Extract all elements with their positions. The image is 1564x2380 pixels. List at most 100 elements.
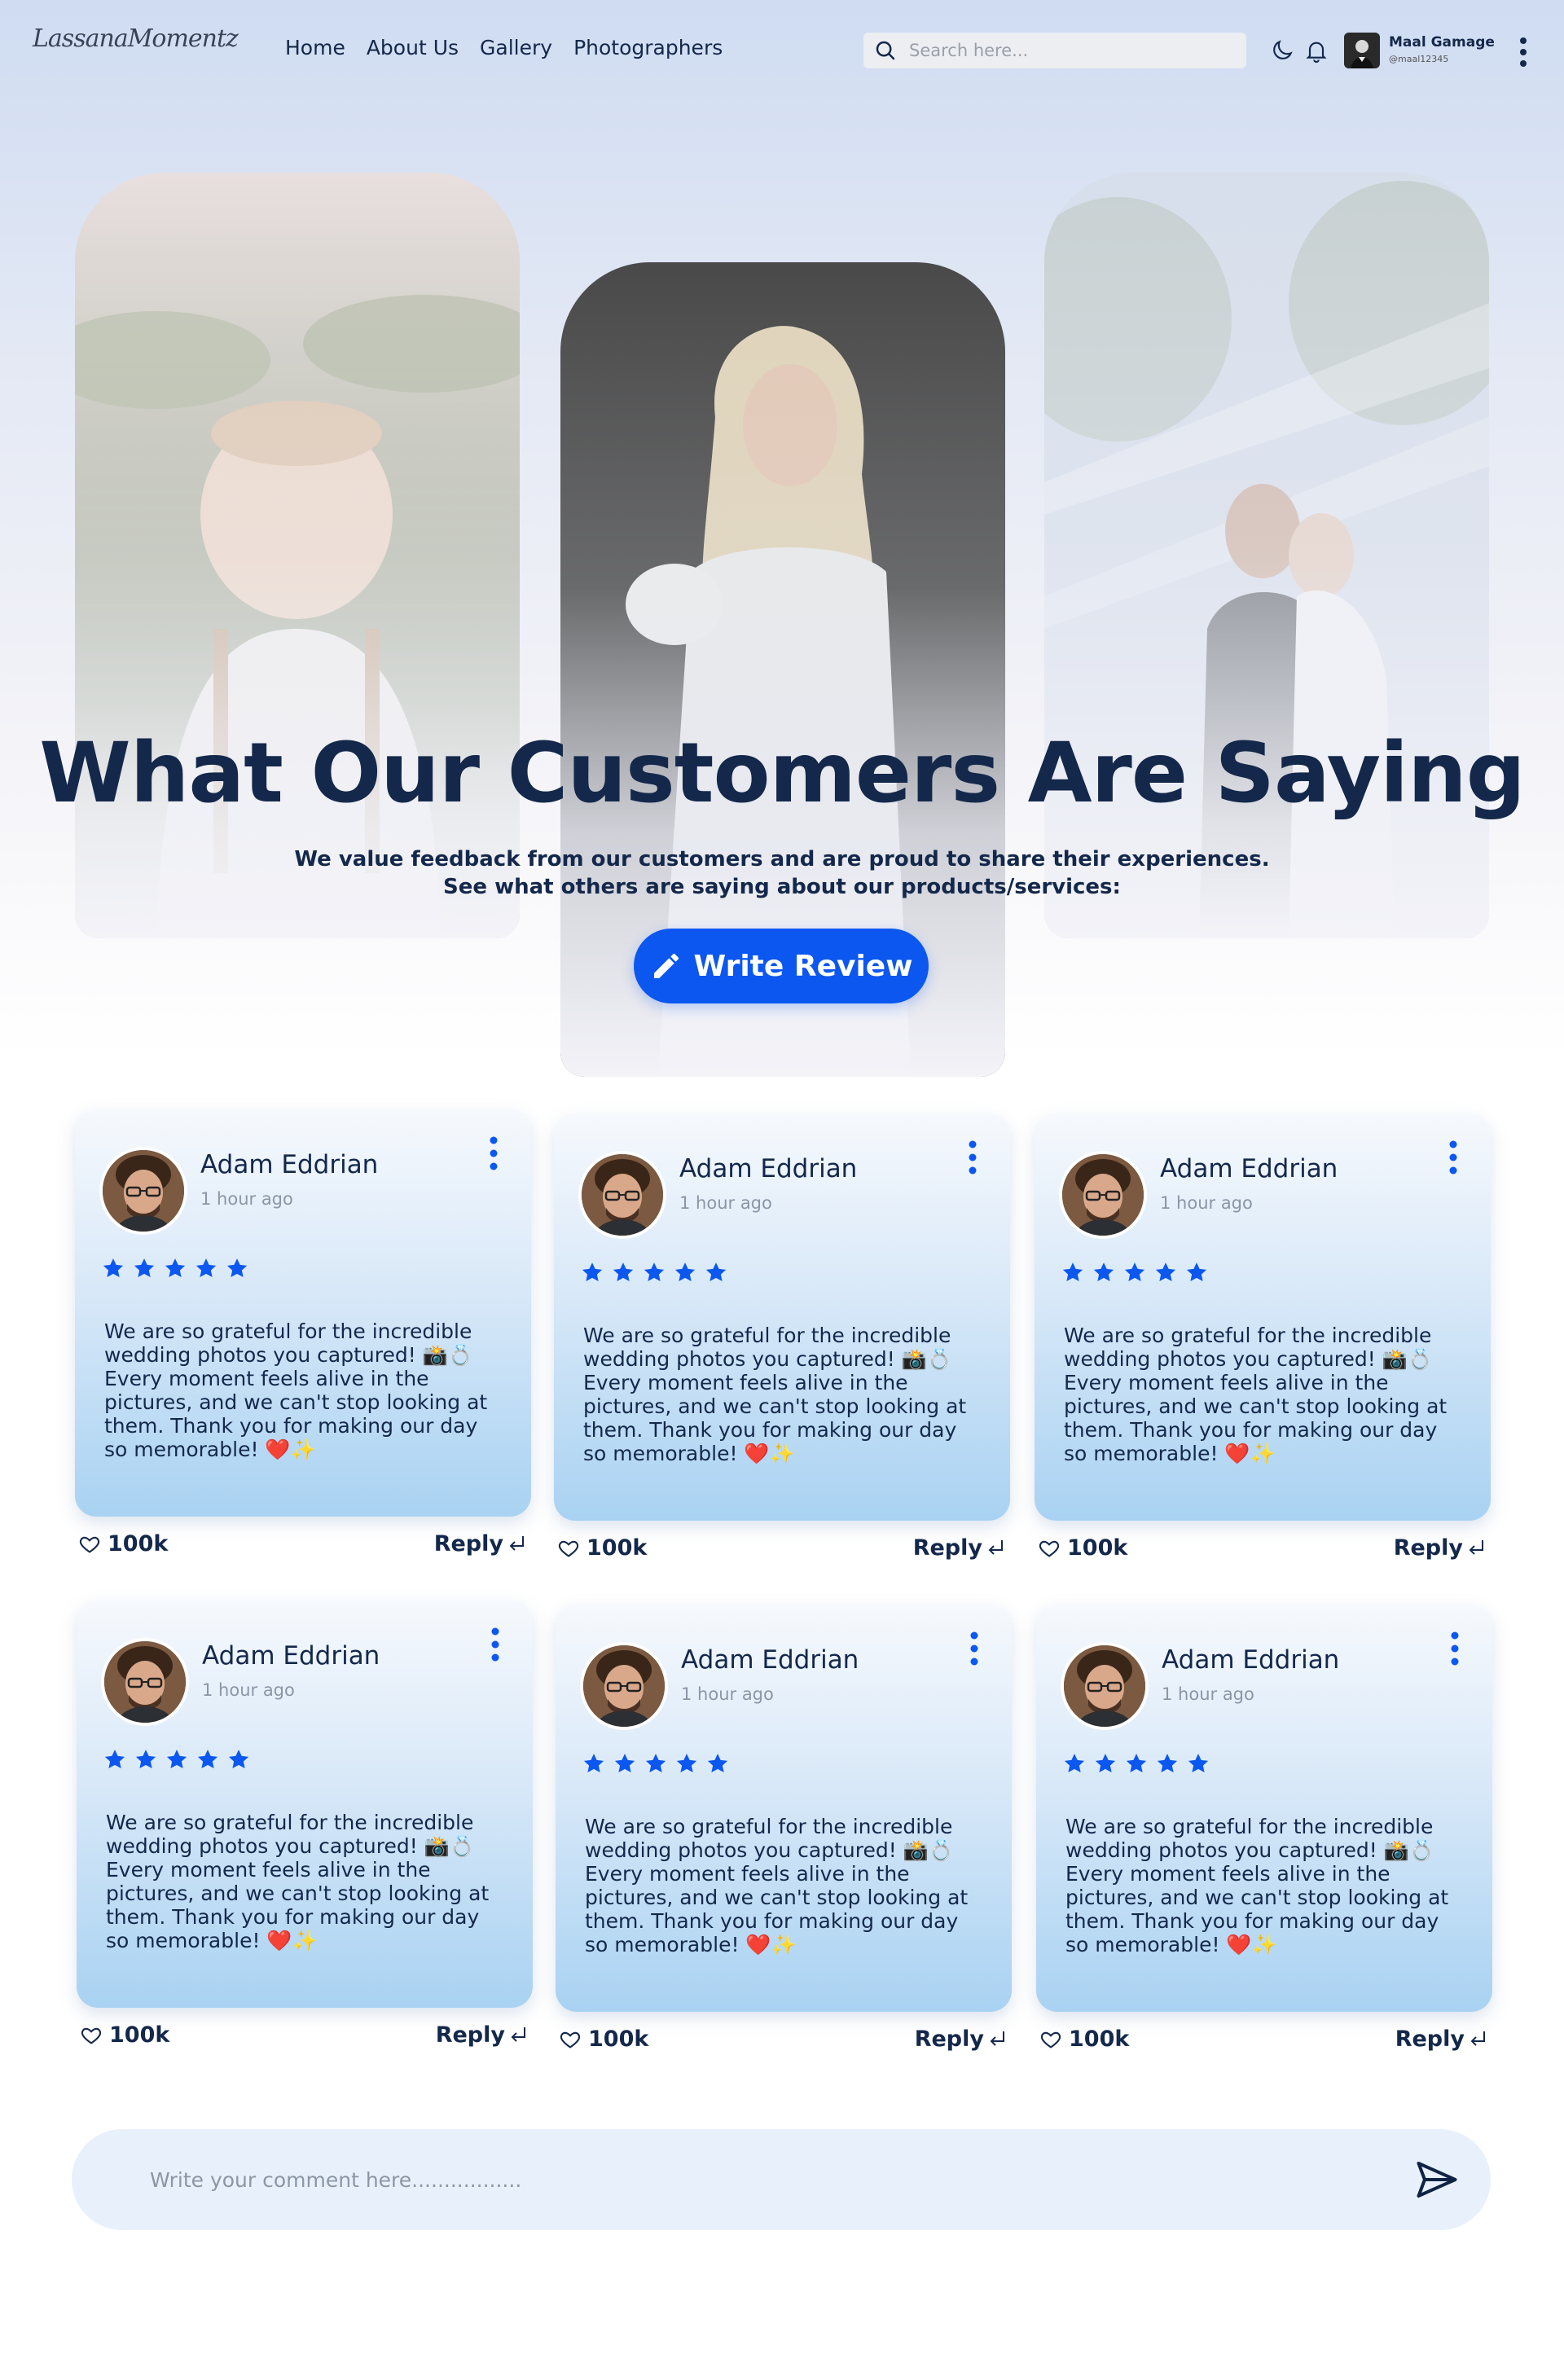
review-card-body: Adam Eddrian 1 hour ago We are so gratef…	[75, 1109, 531, 1517]
more-vertical-icon[interactable]	[1447, 1138, 1460, 1177]
star-icon	[705, 1751, 730, 1779]
send-icon[interactable]	[1412, 2155, 1461, 2204]
user-avatar[interactable]	[1344, 33, 1380, 68]
reviewer-name[interactable]: Adam Eddrian	[679, 1154, 857, 1183]
nav-link-gallery[interactable]: Gallery	[480, 36, 552, 59]
moon-icon[interactable]	[1269, 37, 1295, 64]
more-vertical-icon[interactable]	[966, 1138, 979, 1177]
wedding-couple-photo	[1044, 173, 1489, 938]
more-vertical-icon[interactable]	[1515, 34, 1531, 70]
like-button[interactable]: 100k	[559, 2027, 648, 2052]
reply-arrow-icon	[511, 2027, 525, 2042]
review-text: We are so grateful for the incredible we…	[1065, 1815, 1449, 1956]
reply-button[interactable]: Reply	[434, 1531, 526, 1557]
star-icon	[1062, 1751, 1087, 1779]
star-icon	[704, 1260, 728, 1288]
review-timestamp: 1 hour ago	[1160, 1193, 1253, 1213]
star-icon	[674, 1751, 699, 1779]
star-rating	[582, 1751, 730, 1779]
heart-icon	[560, 2031, 581, 2048]
like-button[interactable]: 100k	[557, 1535, 647, 1561]
pencil-icon	[653, 953, 679, 978]
reviewer-avatar[interactable]	[580, 1642, 668, 1730]
star-icon	[163, 1256, 187, 1284]
star-icon	[642, 1260, 666, 1288]
review-timestamp: 1 hour ago	[1162, 1684, 1254, 1704]
star-icon	[1093, 1751, 1118, 1779]
reviewer-name[interactable]: Adam Eddrian	[200, 1150, 378, 1179]
hero-subtitle: We value feedback from our customers and…	[0, 845, 1564, 901]
reply-button[interactable]: Reply	[1395, 2027, 1487, 2052]
reviewer-name[interactable]: Adam Eddrian	[681, 1645, 859, 1675]
heart-icon	[81, 2027, 102, 2044]
reply-label: Reply	[1395, 2027, 1465, 2052]
more-vertical-icon[interactable]	[487, 1134, 500, 1173]
review-timestamp: 1 hour ago	[681, 1684, 774, 1704]
like-button[interactable]: 100k	[80, 2022, 169, 2048]
star-icon	[1092, 1260, 1116, 1288]
reviewer-name[interactable]: Adam Eddrian	[1162, 1645, 1339, 1675]
reviewer-avatar[interactable]	[578, 1151, 666, 1239]
more-vertical-icon[interactable]	[489, 1625, 502, 1664]
write-review-button[interactable]: Write Review	[634, 929, 929, 1003]
more-vertical-icon[interactable]	[968, 1629, 981, 1668]
nav-link-about-us[interactable]: About Us	[367, 36, 459, 59]
star-icon	[582, 1751, 606, 1779]
like-button[interactable]: 100k	[1038, 1535, 1127, 1561]
reviewer-avatar[interactable]	[1059, 1151, 1147, 1239]
star-rating	[580, 1260, 728, 1288]
review-card-2: Adam Eddrian 1 hour ago We are so gratef…	[554, 1113, 1010, 1570]
search-input[interactable]	[909, 41, 1235, 60]
star-icon	[611, 1260, 635, 1288]
reviewer-name[interactable]: Adam Eddrian	[1160, 1154, 1338, 1183]
reply-button[interactable]: Reply	[915, 2027, 1007, 2052]
write-review-label: Write Review	[693, 949, 913, 983]
reviewer-avatar[interactable]	[101, 1638, 189, 1726]
star-icon	[613, 1751, 637, 1779]
star-icon	[673, 1260, 697, 1288]
star-icon	[1124, 1751, 1149, 1779]
star-icon	[225, 1256, 249, 1284]
reviewer-name[interactable]: Adam Eddrian	[202, 1641, 380, 1671]
review-card-body: Adam Eddrian 1 hour ago We are so gratef…	[554, 1113, 1010, 1521]
heart-icon	[1040, 2031, 1061, 2048]
review-card-body: Adam Eddrian 1 hour ago We are so gratef…	[1035, 1113, 1491, 1521]
like-count: 100k	[588, 2027, 649, 2052]
review-text: We are so grateful for the incredible we…	[1064, 1324, 1448, 1465]
more-vertical-icon[interactable]	[1448, 1629, 1461, 1668]
reply-label: Reply	[1393, 1535, 1463, 1561]
review-text: We are so grateful for the incredible we…	[106, 1811, 490, 1952]
nav-link-home[interactable]: Home	[285, 36, 345, 59]
star-icon	[1155, 1751, 1180, 1779]
search-icon[interactable]	[873, 38, 898, 63]
star-icon	[132, 1256, 156, 1284]
star-icon	[226, 1747, 251, 1775]
review-timestamp: 1 hour ago	[200, 1189, 293, 1209]
like-button[interactable]: 100k	[78, 1531, 168, 1557]
review-text: We are so grateful for the incredible we…	[585, 1815, 969, 1956]
reply-label: Reply	[912, 1535, 982, 1561]
review-timestamp: 1 hour ago	[202, 1680, 295, 1700]
comment-input[interactable]	[150, 2167, 1372, 2192]
reply-arrow-icon	[988, 1539, 1003, 1555]
star-rating	[1061, 1260, 1209, 1288]
search-bar	[863, 33, 1246, 68]
nav-link-photographers[interactable]: Photographers	[573, 36, 723, 59]
reviewer-avatar[interactable]	[1061, 1642, 1149, 1730]
reply-button[interactable]: Reply	[913, 1535, 1005, 1561]
reviewer-avatar[interactable]	[99, 1147, 187, 1235]
bell-icon[interactable]	[1303, 37, 1329, 64]
review-card-6: Adam Eddrian 1 hour ago We are so gratef…	[1036, 1605, 1492, 2061]
reply-arrow-icon	[990, 2031, 1004, 2046]
reply-arrow-icon	[1469, 1539, 1483, 1555]
user-name[interactable]: Maal Gamage	[1389, 34, 1495, 50]
like-button[interactable]: 100k	[1039, 2027, 1129, 2052]
reply-button[interactable]: Reply	[436, 2022, 528, 2048]
reply-label: Reply	[435, 2022, 505, 2048]
star-icon	[1061, 1260, 1085, 1288]
reply-button[interactable]: Reply	[1394, 1535, 1486, 1561]
comment-box	[72, 2129, 1491, 2230]
brand-logo[interactable]: LassanaMomentz	[33, 24, 239, 53]
reply-label: Reply	[433, 1531, 503, 1557]
reply-arrow-icon	[509, 1535, 524, 1551]
